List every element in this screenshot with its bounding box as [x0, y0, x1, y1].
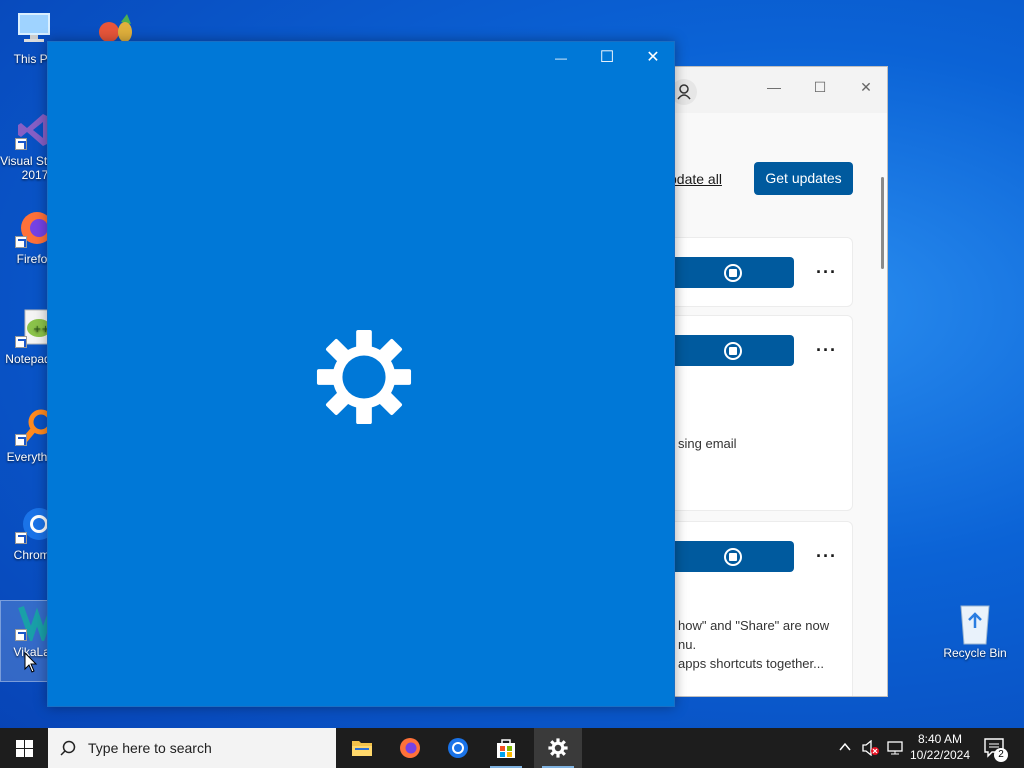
taskbar-chrome[interactable] — [434, 728, 482, 768]
taskbar-settings[interactable] — [534, 728, 582, 768]
desktop-icon-recycle-bin[interactable]: Recycle Bin — [940, 602, 1010, 660]
card-description-line: nu. — [678, 637, 697, 652]
firefox-icon — [400, 738, 420, 758]
folder-icon — [352, 741, 372, 756]
clock-date: 10/22/2024 — [909, 748, 971, 762]
taskbar-clock[interactable]: 8:40 AM 10/22/2024 — [906, 731, 974, 763]
store-titlebar[interactable]: — ☐ ✕ — [641, 67, 887, 113]
mouse-cursor-icon — [24, 652, 38, 673]
shortcut-arrow-icon — [15, 138, 27, 150]
settings-gear-icon — [316, 329, 412, 425]
shortcut-arrow-icon — [15, 629, 27, 641]
more-options-button[interactable]: ··· — [816, 262, 837, 283]
start-button[interactable] — [0, 728, 48, 768]
store-minimize-button[interactable]: — — [751, 73, 797, 101]
settings-gear-icon — [548, 738, 568, 758]
chevron-up-icon — [839, 742, 851, 751]
action-center-button[interactable]: 2 — [976, 728, 1016, 768]
notification-count-badge: 2 — [994, 748, 1008, 762]
store-bag-icon — [497, 739, 515, 758]
speaker-muted-icon — [862, 739, 879, 757]
search-placeholder: Type here to search — [88, 740, 212, 756]
settings-window[interactable]: — ☐ ✕ — [47, 41, 675, 707]
card-description: sing email — [678, 436, 737, 451]
windows-logo-icon — [16, 740, 33, 757]
card-description-line: how" and "Share" are now — [678, 618, 830, 633]
taskbar-search-box[interactable]: Type here to search — [48, 728, 336, 768]
get-updates-button[interactable]: Get updates — [754, 162, 853, 195]
store-maximize-button[interactable]: ☐ — [797, 73, 843, 101]
network-icon — [887, 741, 903, 755]
store-window[interactable]: — ☐ ✕ pdate all Get updates ··· ··· sing… — [640, 66, 888, 697]
show-hidden-icons-button[interactable] — [838, 740, 854, 768]
volume-muted-button[interactable] — [862, 739, 882, 768]
maximize-button[interactable]: ☐ — [584, 42, 630, 74]
network-button[interactable] — [886, 740, 906, 768]
desktop-icon-label: Recycle Bin — [943, 646, 1007, 660]
shortcut-arrow-icon — [15, 236, 27, 248]
more-options-button[interactable]: ··· — [816, 340, 837, 361]
store-content: pdate all Get updates ··· ··· sing email… — [641, 113, 887, 696]
recycle-bin-icon — [955, 602, 995, 645]
clock-time: 8:40 AM — [917, 732, 963, 746]
minimize-button[interactable]: — — [538, 42, 584, 74]
close-button[interactable]: ✕ — [630, 42, 676, 74]
chrome-icon — [448, 738, 468, 758]
taskbar-firefox[interactable] — [386, 728, 434, 768]
scrollbar-thumb[interactable] — [881, 177, 884, 269]
taskbar-file-explorer[interactable] — [338, 728, 386, 768]
shortcut-arrow-icon — [15, 336, 27, 348]
shortcut-arrow-icon — [15, 434, 27, 446]
stop-download-icon[interactable] — [724, 264, 742, 282]
card-description-line: apps shortcuts together... — [678, 656, 824, 671]
store-close-button[interactable]: ✕ — [843, 73, 887, 101]
shortcut-arrow-icon — [15, 532, 27, 544]
taskbar: Type here to search 8:40 AM 10/22/2024 2 — [0, 728, 1024, 768]
more-options-button[interactable]: ··· — [816, 546, 837, 567]
stop-download-icon[interactable] — [724, 548, 742, 566]
update-all-link[interactable]: pdate all — [669, 171, 722, 187]
taskbar-microsoft-store[interactable] — [482, 728, 530, 768]
stop-download-icon[interactable] — [724, 342, 742, 360]
search-icon — [60, 740, 76, 756]
